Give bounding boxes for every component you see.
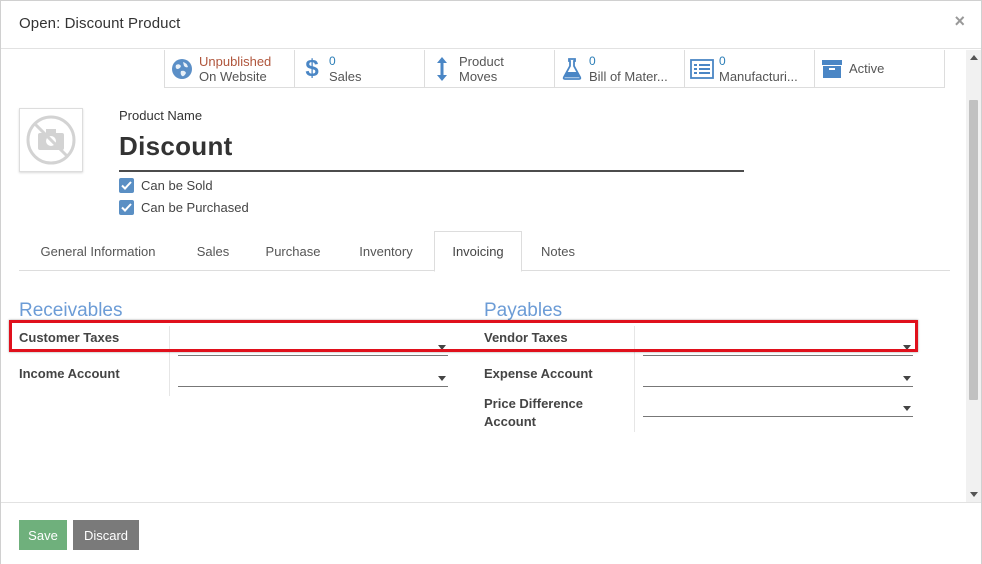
can-be-purchased-checkbox[interactable]: Can be Purchased (119, 200, 249, 215)
chevron-down-icon[interactable] (438, 345, 446, 350)
field-separator (634, 326, 635, 432)
tab-inventory[interactable]: Inventory (339, 231, 433, 271)
save-button[interactable]: Save (19, 520, 67, 550)
checkbox-checked-icon (119, 178, 134, 193)
income-account-field[interactable] (178, 367, 448, 387)
smart-button-box: Unpublished On Website $ 0 Sales Product Mo… (164, 50, 945, 88)
close-icon[interactable]: × (954, 11, 965, 32)
price-difference-label-line2: Account (484, 414, 536, 429)
sales-button[interactable]: $ 0 Sales (294, 50, 425, 88)
website-status-text: Unpublished (199, 53, 272, 69)
active-toggle-button[interactable]: Active (814, 50, 945, 88)
product-name-input[interactable]: Discount (119, 130, 744, 172)
vendor-taxes-label: Vendor Taxes (484, 330, 568, 345)
website-status-label: On Website (199, 68, 267, 84)
can-be-sold-label: Can be Sold (141, 178, 213, 193)
tab-notes[interactable]: Notes (524, 231, 592, 271)
product-dialog: Open: Discount Product × Unpublished On W… (0, 0, 982, 564)
dialog-title: Open: Discount Product (19, 15, 181, 32)
scrollbar-thumb[interactable] (969, 100, 978, 400)
product-name-label: Product Name (119, 108, 203, 123)
active-label: Active (849, 61, 885, 76)
checkbox-checked-icon (119, 200, 134, 215)
field-separator (169, 326, 170, 396)
dialog-footer: Save Discard (1, 502, 981, 564)
chevron-down-icon[interactable] (903, 376, 911, 381)
sales-count: 0 (329, 53, 336, 68)
bom-label: Bill of Mater... (589, 68, 668, 84)
payables-title: Payables (484, 300, 563, 321)
notebook-tabs: General Information Sales Purchase Inven… (19, 231, 950, 272)
receivables-title: Receivables (19, 300, 123, 321)
tab-purchase[interactable]: Purchase (249, 231, 337, 271)
list-icon (685, 50, 719, 88)
product-moves-line1: Product (459, 53, 504, 69)
scroll-up-arrow-icon[interactable] (970, 55, 978, 60)
globe-icon (165, 50, 199, 88)
no-image-camera-icon (26, 115, 76, 165)
dialog-header: Open: Discount Product × (1, 1, 981, 49)
sales-label: Sales (329, 68, 362, 84)
dollar-icon: $ (305, 54, 319, 82)
customer-taxes-label: Customer Taxes (19, 330, 120, 345)
chevron-down-icon[interactable] (903, 345, 911, 350)
customer-taxes-field[interactable] (178, 336, 448, 356)
bom-count: 0 (589, 53, 596, 68)
product-moves-button[interactable]: Product Moves (424, 50, 555, 88)
manufacturing-button[interactable]: 0 Manufacturi... (684, 50, 815, 88)
chevron-down-icon[interactable] (903, 406, 911, 411)
expense-account-field[interactable] (643, 367, 913, 387)
archive-icon (815, 50, 849, 88)
discard-button[interactable]: Discard (73, 520, 139, 550)
can-be-purchased-label: Can be Purchased (141, 200, 249, 215)
expense-account-label: Expense Account (484, 366, 593, 381)
can-be-sold-checkbox[interactable]: Can be Sold (119, 178, 213, 193)
vendor-taxes-field[interactable] (643, 336, 913, 356)
arrows-vertical-icon (425, 50, 459, 88)
manufacturing-label: Manufacturi... (719, 68, 798, 84)
website-publish-button[interactable]: Unpublished On Website (164, 50, 295, 88)
manufacturing-count: 0 (719, 53, 726, 68)
price-difference-label-line1: Price Difference (484, 396, 583, 411)
chevron-down-icon[interactable] (438, 376, 446, 381)
tab-invoicing[interactable]: Invoicing (434, 231, 522, 272)
price-difference-account-field[interactable] (643, 397, 913, 417)
product-image[interactable] (19, 108, 83, 172)
bom-button[interactable]: 0 Bill of Mater... (554, 50, 685, 88)
flask-icon (555, 50, 589, 88)
scroll-down-arrow-icon[interactable] (970, 492, 978, 497)
dialog-body: Unpublished On Website $ 0 Sales Product Mo… (1, 50, 965, 502)
vertical-scrollbar[interactable] (966, 50, 981, 502)
tab-sales[interactable]: Sales (179, 231, 247, 271)
income-account-label: Income Account (19, 366, 120, 381)
tab-general-information[interactable]: General Information (19, 231, 177, 271)
product-moves-line2: Moves (459, 68, 498, 84)
